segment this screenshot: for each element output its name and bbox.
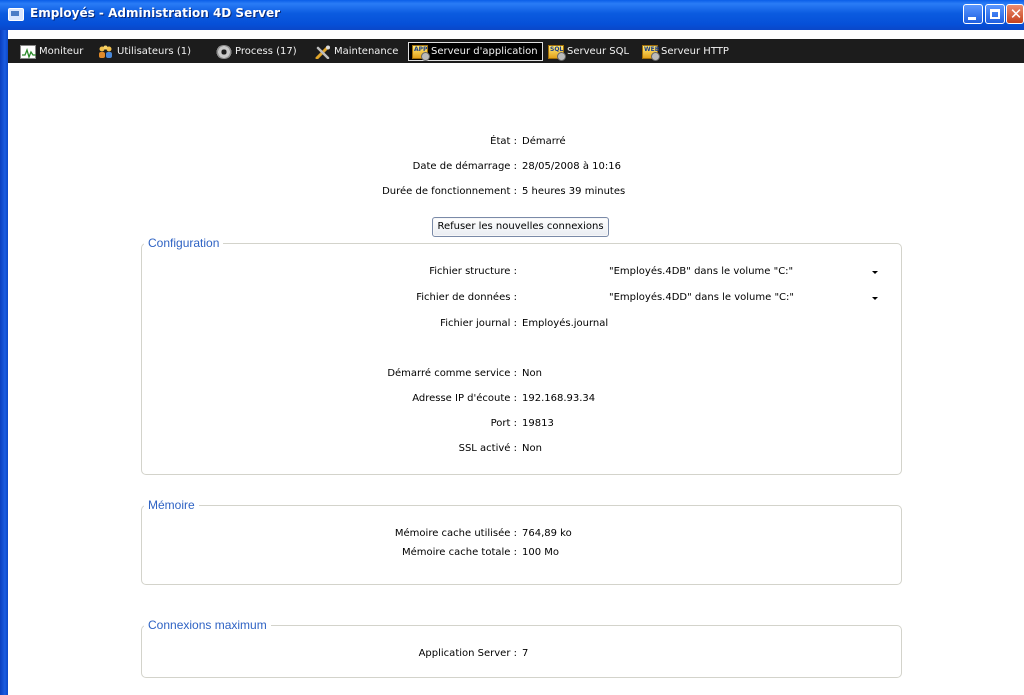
config-donnees: Fichier de données : "Employés.4DD" dans… <box>0 292 1024 306</box>
memoire-totale: Mémoire cache totale : 100 Mo <box>0 547 1024 561</box>
connexions-app: Application Server : 7 <box>0 648 1024 662</box>
service-value: Non <box>522 368 542 379</box>
app-window: Employés - Administration 4D Server ✕ Mo… <box>0 0 1024 695</box>
donnees-dropdown-icon[interactable] <box>872 297 878 300</box>
close-icon: ✕ <box>1009 5 1023 23</box>
minimize-icon <box>968 17 976 20</box>
tab-moniteur[interactable]: Moniteur <box>20 42 83 61</box>
app-server-value: 7 <box>522 648 529 659</box>
memoire-group <box>141 505 902 585</box>
tab-maintenance[interactable]: Maintenance <box>315 42 398 61</box>
tab-serveur-http[interactable]: WEB Serveur HTTP <box>642 42 729 61</box>
tab-serveur-application[interactable]: APP Serveur d'application <box>408 42 543 61</box>
tab-label: Maintenance <box>334 46 399 57</box>
window-title: Employés - Administration 4D Server <box>30 6 281 20</box>
port-value: 19813 <box>522 418 554 429</box>
config-port: Port : 19813 <box>0 418 1024 432</box>
memoire-title: Mémoire <box>144 498 199 512</box>
config-structure: Fichier structure : "Employés.4DB" dans … <box>0 266 1024 280</box>
memoire-totale-label: Mémoire cache totale : <box>402 547 517 558</box>
toolbar: Moniteur Utilisateurs (1) Process (17) M… <box>8 39 1024 63</box>
tab-label: Moniteur <box>39 46 84 57</box>
structure-label: Fichier structure : <box>429 266 517 277</box>
tab-label: Serveur SQL <box>567 46 630 57</box>
refuse-connections-button[interactable]: Refuser les nouvelles connexions <box>432 217 609 237</box>
app-server-icon: APP <box>412 44 430 61</box>
configuration-title: Configuration <box>144 236 224 250</box>
config-service: Démarré comme service : Non <box>0 368 1024 382</box>
close-button[interactable]: ✕ <box>1006 4 1024 24</box>
memoire-totale-value: 100 Mo <box>522 547 560 558</box>
journal-value: Employés.journal <box>522 318 609 329</box>
status-etat: État : Démarré <box>0 136 1024 150</box>
memoire-utilisee-label: Mémoire cache utilisée : <box>394 528 517 539</box>
structure-dropdown-icon[interactable] <box>872 271 878 274</box>
status-date: Date de démarrage : 28/05/2008 à 10:16 <box>0 161 1024 175</box>
title-bar[interactable]: Employés - Administration 4D Server ✕ <box>0 0 1024 30</box>
config-journal: Fichier journal : Employés.journal <box>0 318 1024 332</box>
tab-serveur-sql[interactable]: SQL Serveur SQL <box>548 42 629 61</box>
tab-process[interactable]: Process (17) <box>216 42 297 61</box>
journal-label: Fichier journal : <box>440 318 517 329</box>
etat-label: État : <box>490 136 517 147</box>
duree-value: 5 heures 39 minutes <box>522 186 626 197</box>
service-label: Démarré comme service : <box>387 368 517 379</box>
ssl-value: Non <box>522 443 542 454</box>
app-icon <box>8 8 24 21</box>
status-duree: Durée de fonctionnement : 5 heures 39 mi… <box>0 186 1024 200</box>
memoire-utilisee-value: 764,89 ko <box>522 528 572 539</box>
ip-value: 192.168.93.34 <box>522 393 596 404</box>
donnees-value: "Employés.4DD" dans le volume "C:" <box>609 292 794 303</box>
ssl-label: SSL activé : <box>458 443 517 454</box>
duree-label: Durée de fonctionnement : <box>382 186 517 197</box>
web-server-icon: WEB <box>642 44 660 61</box>
app-server-label: Application Server : <box>418 648 517 659</box>
tab-utilisateurs[interactable]: Utilisateurs (1) <box>97 42 191 61</box>
tab-label: Serveur HTTP <box>661 46 729 57</box>
etat-value: Démarré <box>522 136 566 147</box>
structure-value: "Employés.4DB" dans le volume "C:" <box>609 266 794 277</box>
connexions-title: Connexions maximum <box>144 618 271 632</box>
donnees-label: Fichier de données : <box>416 292 517 303</box>
minimize-button[interactable] <box>963 4 983 24</box>
date-value: 28/05/2008 à 10:16 <box>522 161 621 172</box>
sql-server-icon: SQL <box>548 44 566 61</box>
tab-label: Serveur d'application <box>431 46 538 57</box>
monitor-icon <box>20 44 36 59</box>
tools-icon <box>315 45 331 59</box>
date-label: Date de démarrage : <box>412 161 517 172</box>
config-ip: Adresse IP d'écoute : 192.168.93.34 <box>0 393 1024 407</box>
port-label: Port : <box>490 418 517 429</box>
config-ssl: SSL activé : Non <box>0 443 1024 457</box>
tab-label: Utilisateurs (1) <box>117 46 191 57</box>
memoire-utilisee: Mémoire cache utilisée : 764,89 ko <box>0 528 1024 542</box>
maximize-icon <box>990 9 1000 19</box>
maximize-button[interactable] <box>985 4 1005 24</box>
users-icon <box>97 45 114 59</box>
tab-label: Process (17) <box>235 46 297 57</box>
gear-icon <box>216 44 232 59</box>
ip-label: Adresse IP d'écoute : <box>412 393 517 404</box>
window-border <box>0 30 8 695</box>
